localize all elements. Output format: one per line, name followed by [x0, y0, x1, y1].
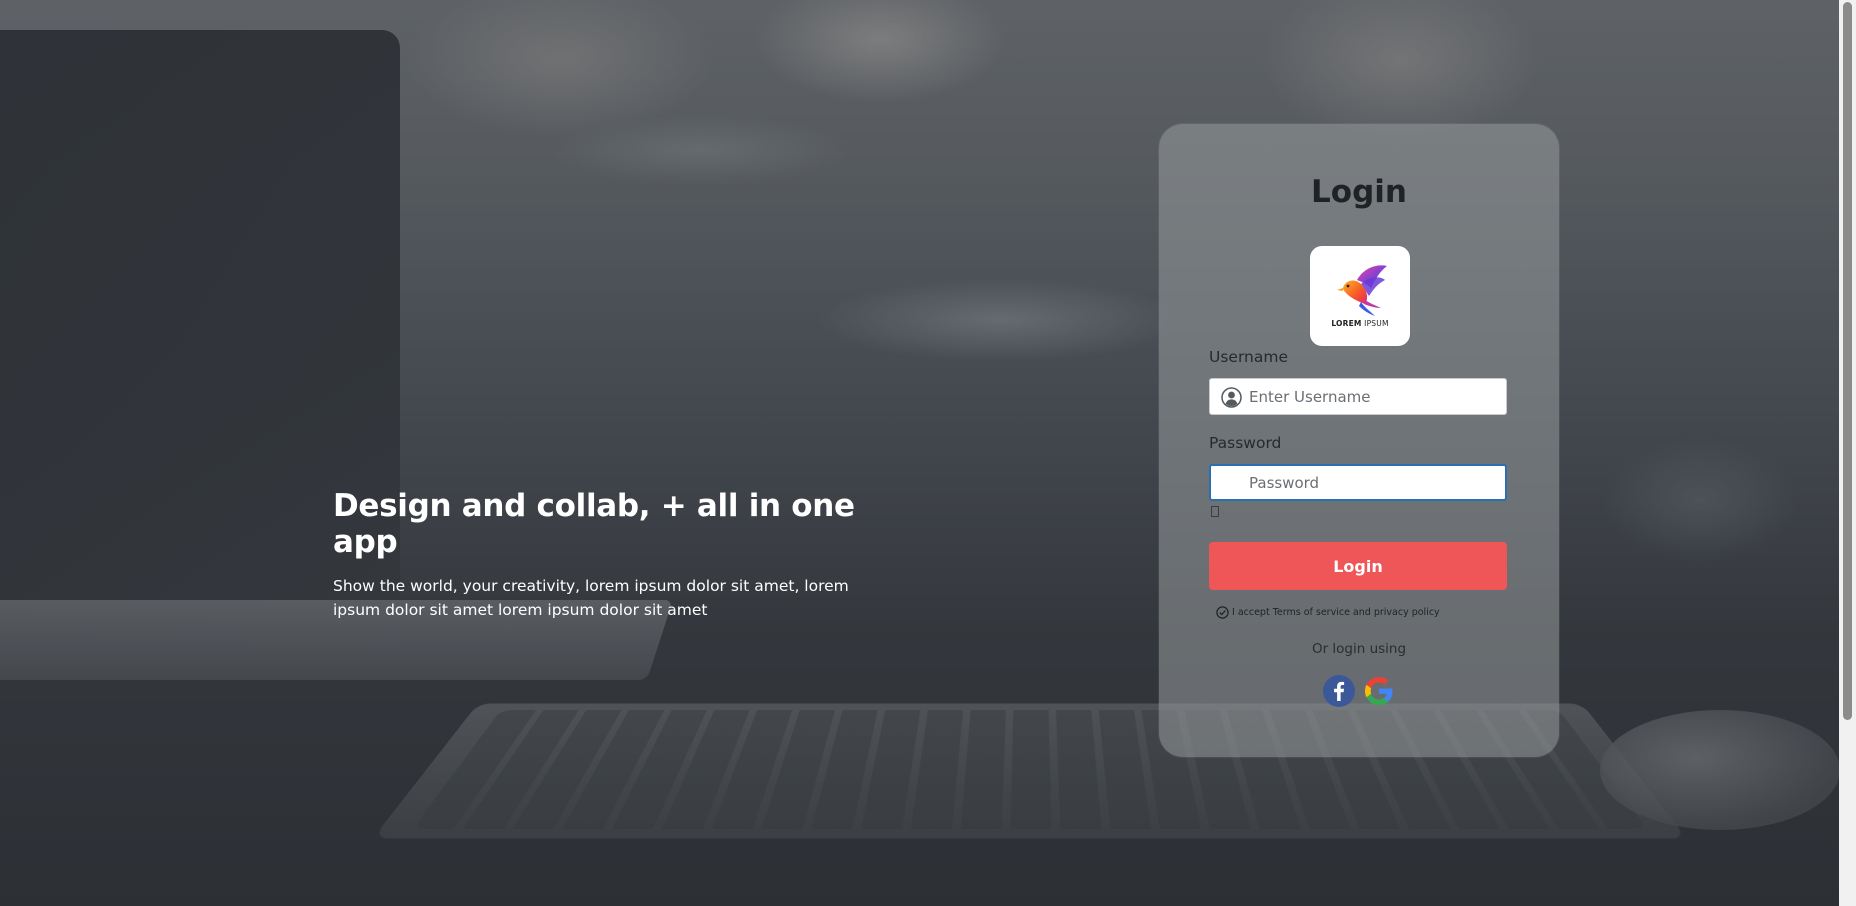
bird-logo-icon: [1337, 265, 1387, 316]
hero-subtitle: Show the world, your creativity, lorem i…: [333, 577, 849, 619]
login-page: Design and collab, + all in one app Show…: [0, 0, 1856, 906]
login-button[interactable]: Login: [1209, 542, 1507, 590]
show-password-icon[interactable]: [1211, 506, 1219, 517]
brand-logo: LOREM IPSUM: [1310, 246, 1410, 346]
terms-agreement[interactable]: I accept Terms of service and privacy po…: [1216, 606, 1440, 619]
google-icon[interactable]: [1362, 674, 1396, 708]
password-field[interactable]: [1209, 464, 1507, 501]
login-title: Login: [1311, 174, 1407, 210]
facebook-icon[interactable]: [1322, 674, 1356, 708]
social-login: [1159, 674, 1559, 708]
page-scrollbar[interactable]: [1839, 0, 1856, 906]
user-circle-icon: [1221, 387, 1242, 408]
username-field[interactable]: [1209, 378, 1507, 415]
terms-text: I accept Terms of service and privacy po…: [1232, 607, 1440, 618]
hero-title: Design and collab, + all in one app: [333, 488, 855, 560]
username-input[interactable]: [1249, 379, 1499, 414]
password-label: Password: [1209, 434, 1282, 452]
check-circle-icon[interactable]: [1216, 606, 1229, 619]
background-overlay: [0, 0, 1856, 906]
login-card: Login LOREM IPSUM Username Enter Usernam…: [1159, 124, 1559, 757]
username-label: Username: [1209, 348, 1289, 366]
password-input[interactable]: [1249, 466, 1499, 499]
alt-login-text: Or login using: [1311, 641, 1407, 657]
logo-wordmark: LOREM IPSUM: [1331, 319, 1389, 328]
hero-section: Design and collab, + all in one app Show…: [333, 488, 893, 622]
scrollbar-thumb[interactable]: [1843, 2, 1852, 720]
